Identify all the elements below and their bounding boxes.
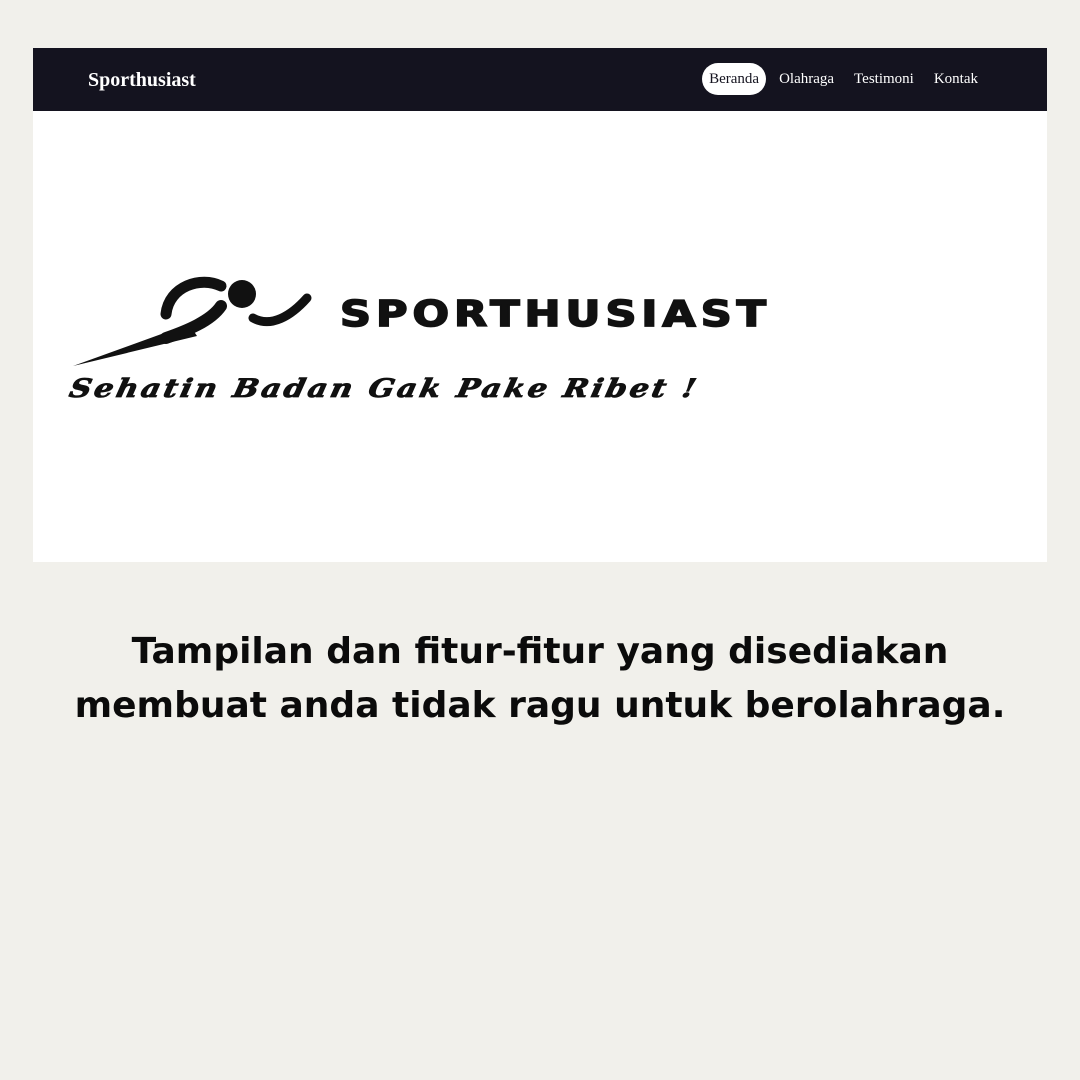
nav-menu: Beranda Olahraga Testimoni Kontak bbox=[702, 63, 985, 95]
logo-tagline: Sehatin Badan Gak Pake Ribet ! bbox=[66, 374, 702, 405]
brand-logo-text[interactable]: Sporthusiast bbox=[88, 68, 196, 92]
logo-wordmark: SPORTHUSIAST bbox=[339, 293, 772, 336]
caption-line-1: Tampilan dan fitur-fitur yang disediakan bbox=[131, 631, 949, 672]
nav-link-testimoni[interactable]: Testimoni bbox=[847, 63, 921, 95]
caption-text: Tampilan dan fitur-fitur yang disediakan… bbox=[0, 625, 1080, 733]
nav-link-kontak[interactable]: Kontak bbox=[927, 63, 985, 95]
nav-link-beranda[interactable]: Beranda bbox=[702, 63, 767, 95]
hero-banner: SPORTHUSIAST Sehatin Badan Gak Pake Ribe… bbox=[33, 111, 1047, 562]
runner-icon bbox=[73, 276, 312, 366]
nav-link-olahraga[interactable]: Olahraga bbox=[772, 63, 841, 95]
navbar: Sporthusiast Beranda Olahraga Testimoni … bbox=[33, 48, 1047, 111]
website-screenshot: Sporthusiast Beranda Olahraga Testimoni … bbox=[33, 48, 1047, 562]
caption-line-2: membuat anda tidak ragu untuk berolahrag… bbox=[74, 685, 1006, 726]
